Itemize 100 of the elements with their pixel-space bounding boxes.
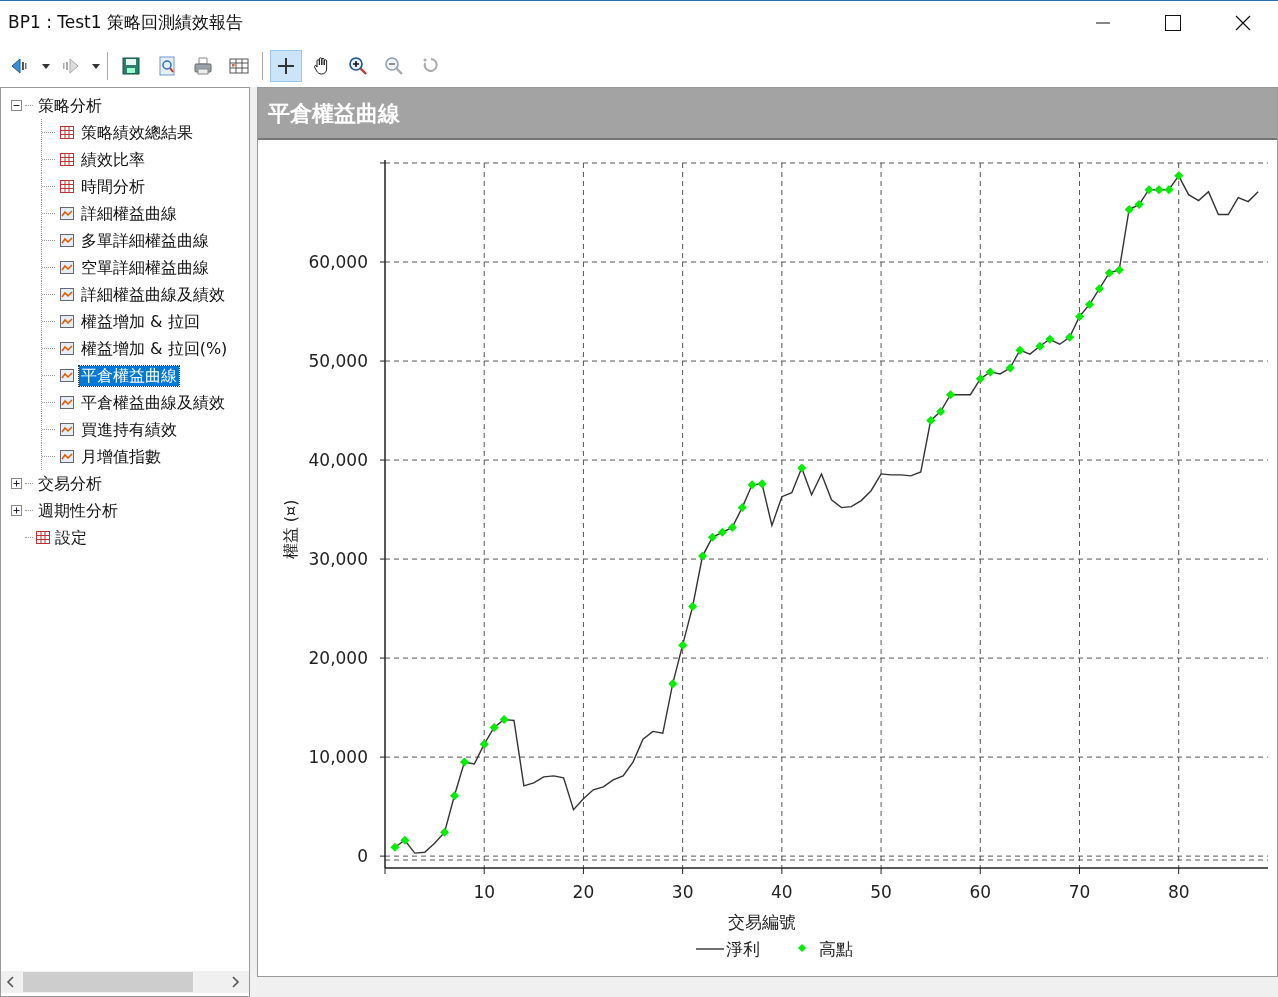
panel-title: 平倉權益曲線 <box>268 99 400 128</box>
high-point-marker <box>936 407 946 417</box>
dropdown-caret-icon[interactable] <box>42 63 50 69</box>
high-point-marker <box>975 374 985 384</box>
line-chart-icon <box>60 396 74 409</box>
high-point-marker <box>1174 171 1184 181</box>
high-point-marker <box>440 827 450 837</box>
scrollbar-thumb[interactable] <box>23 972 193 992</box>
high-point-marker <box>926 415 936 425</box>
zoom-out-icon <box>383 55 405 77</box>
high-point-marker <box>985 367 995 377</box>
legend-label: 淨利 <box>726 939 760 959</box>
close-icon <box>1235 15 1251 31</box>
line-chart-icon <box>60 369 74 382</box>
tree-item[interactable]: 空單詳細權益曲線 <box>79 257 211 278</box>
window-title: BP1 : Test1 策略回測績效報告 <box>7 11 244 35</box>
high-point-marker <box>449 791 459 801</box>
table-icon <box>36 531 50 544</box>
table-icon <box>60 126 74 139</box>
high-point-marker <box>678 640 688 650</box>
line-chart-icon <box>60 450 74 463</box>
tree-item[interactable]: 策略分析 <box>36 95 104 116</box>
table-grid-icon <box>228 55 250 77</box>
printer-icon <box>192 55 214 77</box>
y-tick-label: 50,000 <box>308 351 368 372</box>
high-point-marker <box>1035 341 1045 351</box>
document-magnifier-icon <box>156 55 178 77</box>
high-point-marker <box>707 532 717 542</box>
high-point-marker <box>688 602 698 612</box>
high-point-marker <box>1065 332 1075 342</box>
x-tick-label: 60 <box>969 882 992 902</box>
dropdown-caret-icon[interactable] <box>92 63 100 69</box>
tree-item[interactable]: 交易分析 <box>36 473 104 494</box>
high-point-marker <box>1154 185 1164 195</box>
legend-label: 高點 <box>819 939 853 959</box>
high-point-marker <box>698 551 707 561</box>
y-axis-title: 權益 (¤) <box>281 499 300 560</box>
high-point-marker <box>1124 205 1134 215</box>
tree-item[interactable]: 平倉權益曲線 <box>79 365 179 386</box>
crosshair-icon <box>275 55 297 77</box>
high-point-marker <box>1104 268 1114 278</box>
high-point-marker <box>1144 185 1154 195</box>
x-tick-label: 70 <box>1068 882 1091 902</box>
x-axis-title: 交易編號 <box>727 912 796 932</box>
tree-item[interactable]: 月增值指數 <box>79 446 163 467</box>
high-point-marker <box>1075 312 1084 321</box>
tree-item[interactable]: 權益增加 & 拉回 <box>79 311 202 332</box>
expand-icon[interactable] <box>11 505 22 516</box>
high-point-marker <box>1134 200 1144 210</box>
x-tick-label: 20 <box>572 882 595 902</box>
tree-item[interactable]: 多單詳細權益曲線 <box>79 230 211 251</box>
line-chart-icon <box>60 261 74 274</box>
zoom-in-icon <box>347 55 369 77</box>
collapse-icon[interactable] <box>11 100 22 111</box>
x-tick-label: 10 <box>473 882 496 902</box>
high-point-marker <box>489 722 499 732</box>
high-point-marker <box>1094 284 1104 294</box>
high-point-marker <box>459 757 469 767</box>
horizontal-scrollbar[interactable] <box>1 971 249 993</box>
high-point-marker <box>1084 300 1094 310</box>
high-point-marker <box>797 463 807 473</box>
high-point-marker <box>717 527 727 537</box>
tree-item[interactable]: 詳細權益曲線 <box>79 203 179 224</box>
y-tick-label: 40,000 <box>308 450 368 471</box>
y-tick-label: 30,000 <box>308 549 368 570</box>
high-point-marker <box>1114 265 1124 275</box>
legend-marker-swatch <box>798 944 806 952</box>
table-icon <box>60 153 74 166</box>
tree-item[interactable]: 策略績效總結果 <box>79 122 195 143</box>
high-point-marker <box>1015 345 1025 355</box>
high-point-marker <box>479 739 489 749</box>
tree-item[interactable]: 平倉權益曲線及績效 <box>79 392 227 413</box>
line-chart-icon <box>60 315 74 328</box>
expand-icon[interactable] <box>11 478 22 489</box>
table-icon <box>60 180 74 193</box>
tree-item[interactable]: 時間分析 <box>79 176 147 197</box>
line-chart-icon <box>60 423 74 436</box>
high-point-marker <box>400 835 410 845</box>
x-tick-label: 80 <box>1167 882 1190 902</box>
tree-item[interactable]: 週期性分析 <box>36 500 120 521</box>
high-point-marker <box>757 479 767 489</box>
high-point-marker <box>1164 185 1174 195</box>
high-point-marker <box>737 503 747 513</box>
y-tick-label: 20,000 <box>308 648 368 669</box>
tree-item[interactable]: 績效比率 <box>79 149 147 170</box>
y-tick-label: 10,000 <box>308 747 368 768</box>
high-point-marker <box>747 480 757 490</box>
x-tick-label: 30 <box>671 882 694 902</box>
tree-item[interactable]: 買進持有績效 <box>79 419 179 440</box>
tree-item[interactable]: 詳細權益曲線及績效 <box>79 284 227 305</box>
x-tick-label: 50 <box>870 882 892 902</box>
legend-line-swatch <box>695 948 725 950</box>
high-point-marker <box>727 522 737 532</box>
save-icon <box>120 55 142 77</box>
tree-item[interactable]: 設定 <box>53 527 89 548</box>
high-point-marker <box>668 679 678 689</box>
maximize-icon <box>1165 15 1181 31</box>
high-point-marker <box>499 714 509 724</box>
tree-item[interactable]: 權益增加 & 拉回(%) <box>79 338 230 359</box>
crosshair-button[interactable] <box>270 50 302 82</box>
